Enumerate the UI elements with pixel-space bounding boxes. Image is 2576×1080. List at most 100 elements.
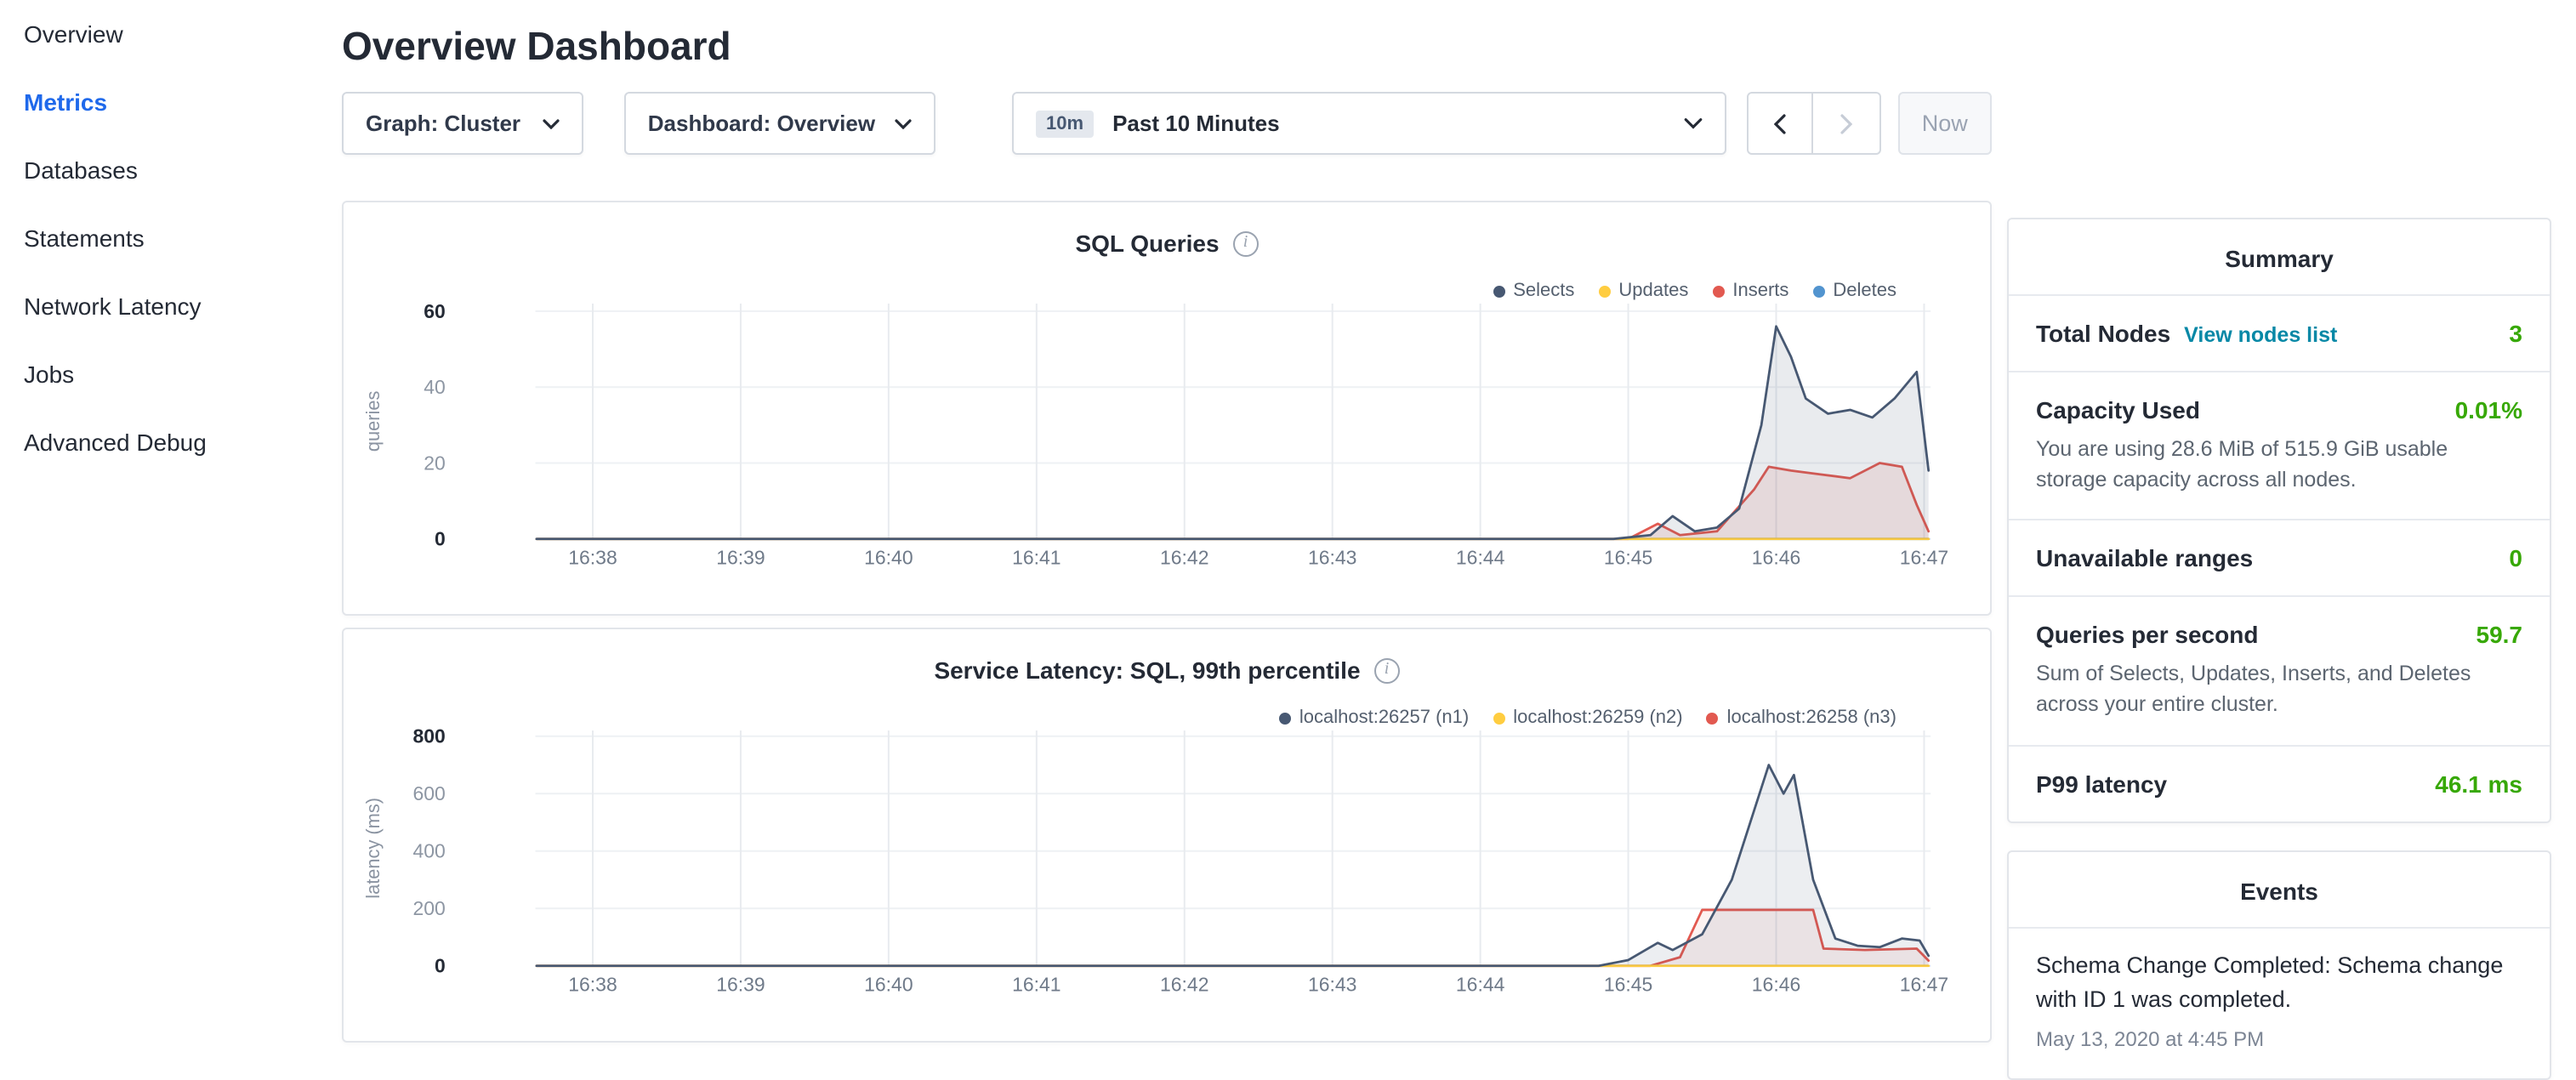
legend-dot xyxy=(1712,285,1724,297)
summary-row-value: 0 xyxy=(2509,545,2522,572)
summary-row-description: You are using 28.6 MiB of 515.9 GiB usab… xyxy=(2036,434,2522,496)
summary-row-queries-per-second: Queries per second 59.7 Sum of Selects, … xyxy=(2009,598,2550,747)
info-icon[interactable]: i xyxy=(1233,230,1259,256)
graph-scope-dropdown[interactable]: Graph: Cluster xyxy=(342,92,583,155)
y-tick-label: 800 xyxy=(412,725,445,747)
series-line xyxy=(537,327,1929,539)
summary-row-value: 46.1 ms xyxy=(2435,770,2522,797)
time-window-badge: 10m xyxy=(1036,110,1094,137)
chevron-down-icon xyxy=(895,118,912,128)
y-tick-label: 40 xyxy=(424,376,446,398)
sidebar-item-statements[interactable]: Statements xyxy=(0,204,323,272)
sql-queries-chart-card: SQL Queries i Selects Updates Inserts Delet… xyxy=(342,201,1992,616)
legend-item: Updates xyxy=(1598,281,1688,301)
summary-row-p99-latency: P99 latency 46.1 ms xyxy=(2009,746,2550,821)
summary-row-value: 3 xyxy=(2509,320,2522,347)
legend-dot xyxy=(1598,285,1610,297)
events-panel: Events Schema Change Completed: Schema c… xyxy=(2007,850,2551,1080)
sidebar-item-advanced-debug[interactable]: Advanced Debug xyxy=(0,408,323,476)
main-content: Overview Dashboard Graph: Cluster Dashbo… xyxy=(342,0,1992,1043)
x-tick-label: 16:47 xyxy=(1900,974,1948,996)
sidebar-item-network-latency[interactable]: Network Latency xyxy=(0,272,323,340)
chart-title: SQL Queries xyxy=(1075,230,1219,257)
app-root: Overview Metrics Databases Statements Ne… xyxy=(0,0,2576,1051)
x-tick-label: 16:39 xyxy=(716,547,765,569)
legend-label: localhost:26258 (n3) xyxy=(1727,708,1896,728)
service-latency-chart-canvas[interactable]: 020040060080016:3816:3916:4016:4116:4216… xyxy=(344,629,1990,1041)
time-range-dropdown[interactable]: 10m Past 10 Minutes xyxy=(1012,92,1726,155)
time-prev-button[interactable] xyxy=(1747,92,1814,155)
x-tick-label: 16:45 xyxy=(1604,547,1652,569)
info-icon[interactable]: i xyxy=(1374,657,1400,683)
y-tick-label: 20 xyxy=(424,452,446,474)
chart-title: Service Latency: SQL, 99th percentile xyxy=(934,657,1360,684)
legend-dot xyxy=(1812,285,1824,297)
legend-label: Inserts xyxy=(1732,281,1788,301)
legend-dot xyxy=(1279,712,1291,724)
chevron-down-icon xyxy=(543,118,560,128)
chart-legend: Selects Updates Inserts Deletes xyxy=(1493,281,1896,301)
dashboard-dropdown[interactable]: Dashboard: Overview xyxy=(624,92,935,155)
x-tick-label: 16:38 xyxy=(568,974,617,996)
summary-panel: Summary Total Nodes View nodes list 3 Ca… xyxy=(2007,218,2551,822)
x-tick-label: 16:43 xyxy=(1308,974,1356,996)
sidebar-item-jobs[interactable]: Jobs xyxy=(0,340,323,408)
summary-row-label: Total Nodes xyxy=(2036,320,2170,347)
x-tick-label: 16:46 xyxy=(1752,974,1800,996)
x-tick-label: 16:43 xyxy=(1308,547,1356,569)
sql-queries-chart-canvas[interactable]: 020406016:3816:3916:4016:4116:4216:4316:… xyxy=(344,202,1990,614)
time-range-label: Past 10 Minutes xyxy=(1112,111,1280,136)
summary-row-label: Queries per second xyxy=(2036,622,2258,649)
summary-row-description: Sum of Selects, Updates, Inserts, and De… xyxy=(2036,659,2522,721)
legend-item: localhost:26259 (n2) xyxy=(1493,708,1682,728)
chevron-left-icon xyxy=(1774,113,1786,134)
legend-label: Updates xyxy=(1618,281,1688,301)
sidebar-item-overview[interactable]: Overview xyxy=(0,0,323,68)
x-tick-label: 16:39 xyxy=(716,974,765,996)
legend-label: localhost:26257 (n1) xyxy=(1299,708,1469,728)
x-tick-label: 16:44 xyxy=(1456,974,1505,996)
y-axis-label: queries xyxy=(362,391,384,452)
y-tick-label: 200 xyxy=(412,897,445,919)
summary-row-value: 59.7 xyxy=(2476,622,2523,649)
legend-label: localhost:26259 (n2) xyxy=(1513,708,1682,728)
legend-item: Inserts xyxy=(1712,281,1788,301)
chevron-right-icon xyxy=(1840,113,1852,134)
y-tick-label: 60 xyxy=(424,300,446,322)
y-axis-label: latency (ms) xyxy=(362,798,384,899)
y-tick-label: 600 xyxy=(412,782,445,804)
legend-dot xyxy=(1707,712,1719,724)
view-nodes-list-link[interactable]: View nodes list xyxy=(2184,323,2337,347)
summary-row-label: Capacity Used xyxy=(2036,396,2200,423)
graph-scope-label: Graph: Cluster xyxy=(366,111,520,136)
summary-row-total-nodes: Total Nodes View nodes list 3 xyxy=(2009,296,2550,372)
legend-item: Selects xyxy=(1493,281,1574,301)
legend-label: Deletes xyxy=(1833,281,1896,301)
legend-item: localhost:26258 (n3) xyxy=(1707,708,1896,728)
x-tick-label: 16:38 xyxy=(568,547,617,569)
x-tick-label: 16:45 xyxy=(1604,974,1652,996)
legend-dot xyxy=(1493,712,1504,724)
summary-row-value: 0.01% xyxy=(2455,396,2522,423)
now-button[interactable]: Now xyxy=(1898,92,1992,155)
x-tick-label: 16:44 xyxy=(1456,547,1505,569)
time-next-button[interactable] xyxy=(1814,92,1881,155)
x-tick-label: 16:40 xyxy=(864,547,913,569)
x-tick-label: 16:40 xyxy=(864,974,913,996)
event-list-item[interactable]: Schema Change Completed: Schema change w… xyxy=(2009,928,2550,1078)
chart-title-row: Service Latency: SQL, 99th percentile i xyxy=(344,657,1990,684)
legend-item: Deletes xyxy=(1812,281,1896,301)
legend-label: Selects xyxy=(1513,281,1574,301)
right-sidebar: Summary Total Nodes View nodes list 3 Ca… xyxy=(2007,218,2551,1080)
x-tick-label: 16:42 xyxy=(1160,974,1208,996)
chart-legend: localhost:26257 (n1) localhost:26259 (n2)… xyxy=(1279,708,1896,728)
legend-dot xyxy=(1493,285,1504,297)
summary-row-label: Unavailable ranges xyxy=(2036,545,2253,572)
series-area xyxy=(537,327,1929,539)
summary-title: Summary xyxy=(2009,219,2550,296)
dashboard-label: Dashboard: Overview xyxy=(648,111,875,136)
sidebar-item-databases[interactable]: Databases xyxy=(0,136,323,204)
summary-row-capacity-used: Capacity Used 0.01% You are using 28.6 M… xyxy=(2009,372,2550,521)
x-tick-label: 16:41 xyxy=(1012,547,1061,569)
sidebar-item-metrics[interactable]: Metrics xyxy=(0,68,323,136)
